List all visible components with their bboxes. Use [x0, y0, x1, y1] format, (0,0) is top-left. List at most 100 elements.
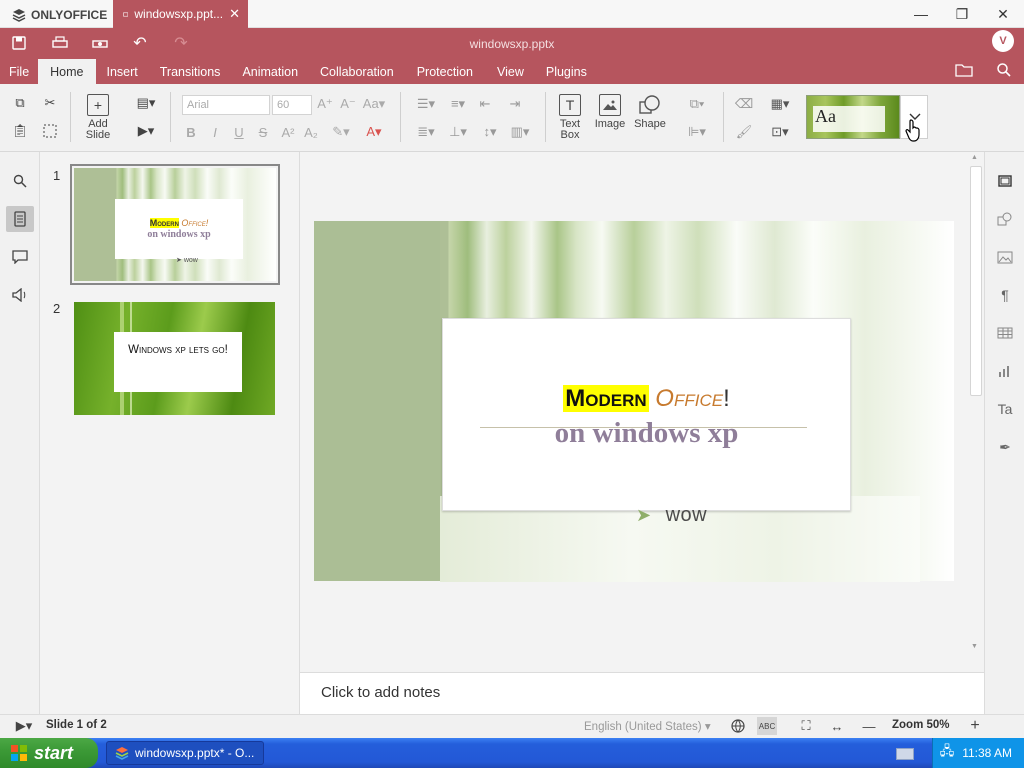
paragraph-settings-icon[interactable]: ¶ [992, 284, 1018, 306]
menu-view[interactable]: View [485, 59, 536, 84]
shape-icon [639, 94, 661, 116]
open-location-icon[interactable] [955, 63, 973, 79]
menu-file[interactable]: File [0, 59, 38, 84]
slide-counter: Slide 1 of 2 [46, 719, 107, 731]
start-slideshow-icon[interactable]: ▶▾ [132, 122, 160, 140]
fit-width-icon[interactable]: ↔ [828, 718, 846, 734]
network-tray-icon[interactable]: 🖧︎ [940, 742, 955, 764]
decrease-indent-icon[interactable]: ⇤ [476, 95, 494, 113]
search-icon[interactable] [996, 62, 1012, 78]
align-shape-icon[interactable]: ⊫▾ [683, 123, 711, 141]
menu-collaboration[interactable]: Collaboration [309, 59, 405, 84]
copy-style-icon[interactable]: 🖌︎ [735, 123, 753, 141]
slideshow-play-icon[interactable]: ▶▾ [10, 718, 38, 734]
image-button[interactable]: Image [592, 94, 628, 130]
superscript-icon[interactable]: A² [280, 123, 296, 141]
columns-icon[interactable]: ▥▾ [506, 123, 534, 141]
vertical-align-icon[interactable]: ⊥▾ [444, 123, 472, 141]
scroll-up-icon[interactable]: ▲ [971, 154, 978, 161]
slide-thumbnail-1[interactable]: Modern Office! on windows xp ➤ wow [70, 164, 280, 285]
highlight-color-icon[interactable]: ✎▾ [328, 123, 354, 141]
hand-cursor-icon [905, 119, 920, 142]
zoom-in-icon[interactable]: + [966, 717, 984, 735]
font-size-combo[interactable]: 60 [272, 95, 312, 115]
clear-style-icon[interactable]: ⌫ [735, 95, 753, 113]
feedback-icon[interactable] [6, 282, 34, 308]
close-tab-icon[interactable]: ✕ [229, 6, 240, 22]
arrange-icon[interactable]: ⧉▾ [683, 95, 711, 113]
fit-slide-icon[interactable]: ⛶ [797, 718, 815, 734]
text-art-settings-icon[interactable]: Ta [992, 398, 1018, 420]
menu-home[interactable]: Home [38, 59, 96, 84]
document-tab-title: windowsxp.ppt... [134, 7, 224, 21]
select-all-icon[interactable] [40, 122, 60, 140]
image-settings-icon[interactable] [992, 246, 1018, 268]
menu-insert[interactable]: Insert [96, 59, 149, 84]
underline-icon[interactable]: U [232, 123, 246, 141]
toolbar-separator [400, 92, 401, 142]
user-avatar[interactable]: V [992, 30, 1014, 52]
strikethrough-icon[interactable]: S [256, 123, 270, 141]
close-window-icon[interactable]: ✕ [992, 4, 1014, 24]
language-value: English (United States) [584, 721, 702, 733]
font-color-icon[interactable]: A▾ [361, 123, 387, 141]
scroll-down-icon[interactable]: ▼ [971, 643, 978, 650]
chart-settings-icon[interactable] [992, 360, 1018, 382]
onlyoffice-logo: ONLYOFFICE [12, 7, 107, 23]
menu-transitions[interactable]: Transitions [149, 59, 232, 84]
color-scheme-icon[interactable]: ▦▾ [765, 95, 795, 113]
change-case-icon[interactable]: Aa▾ [360, 95, 388, 113]
search-icon[interactable] [6, 168, 34, 194]
slide-bullet[interactable]: ➤ wow [636, 504, 707, 527]
windows-logo-icon [11, 745, 27, 761]
document-tab[interactable]: windowsxp.ppt... ✕ [113, 0, 248, 28]
add-slide-button[interactable]: + Add Slide [78, 94, 118, 141]
cut-icon[interactable]: ✂ [40, 94, 60, 112]
bold-icon[interactable]: B [184, 123, 198, 141]
numbering-icon[interactable]: ≡▾ [444, 95, 472, 113]
slide-layout-icon[interactable]: ▤▾ [132, 94, 160, 112]
taskbar-item[interactable]: windowsxp.pptx* - O... [106, 741, 264, 765]
italic-icon[interactable]: I [208, 123, 222, 141]
notes-placeholder[interactable]: Click to add notes [321, 684, 440, 701]
language-selector[interactable]: English (United States) ▾ [584, 719, 711, 733]
font-name-combo[interactable]: Arial [182, 95, 270, 115]
subscript-icon[interactable]: A₂ [303, 123, 319, 141]
horizontal-align-icon[interactable]: ≣▾ [412, 123, 440, 141]
shape-settings-icon[interactable] [992, 208, 1018, 230]
slide-thumbnail-2[interactable]: Windows xp lets go! [74, 302, 275, 415]
layers-icon [12, 9, 26, 22]
spellcheck-icon[interactable]: ABC [757, 717, 777, 735]
menu-animation[interactable]: Animation [231, 59, 309, 84]
menu-protection[interactable]: Protection [405, 59, 485, 84]
thumbnail-number: 2 [53, 301, 61, 316]
globe-icon[interactable] [729, 718, 747, 734]
shape-button[interactable]: Shape [632, 94, 668, 130]
theme-gallery-item[interactable]: Aa [806, 95, 900, 139]
zoom-out-icon[interactable]: — [860, 718, 878, 734]
decrease-font-icon[interactable]: A⁻ [339, 95, 357, 113]
slide-settings-icon[interactable] [992, 170, 1018, 192]
scrollbar-thumb[interactable] [970, 166, 982, 396]
keyboard-tray-icon[interactable] [896, 748, 914, 760]
line-spacing-icon[interactable]: ↕▾ [476, 123, 504, 141]
signature-settings-icon[interactable]: ✒ [992, 436, 1018, 458]
slide-title-card[interactable] [442, 318, 851, 511]
bullets-icon[interactable]: ☰▾ [412, 95, 440, 113]
increase-font-icon[interactable]: A⁺ [316, 95, 334, 113]
slide-subtitle[interactable]: on windows xp [442, 416, 851, 450]
start-button[interactable]: start [0, 738, 98, 768]
table-settings-icon[interactable] [992, 322, 1018, 344]
slide-title[interactable]: Modern Office! [442, 384, 851, 414]
paste-icon[interactable]: 📋︎ [10, 122, 30, 140]
copy-icon[interactable]: ⧉ [10, 94, 30, 112]
minimize-icon[interactable]: — [910, 4, 932, 24]
text-box-button[interactable]: T Text Box [552, 94, 588, 141]
restore-icon[interactable]: ❐ [951, 4, 973, 24]
menu-plugins[interactable]: Plugins [536, 59, 597, 84]
slides-panel-icon[interactable] [6, 206, 34, 232]
add-slide-icon: + [87, 94, 109, 116]
slide-size-icon[interactable]: ⊡▾ [765, 123, 795, 141]
increase-indent-icon[interactable]: ⇥ [506, 95, 524, 113]
comments-icon[interactable] [6, 244, 34, 270]
